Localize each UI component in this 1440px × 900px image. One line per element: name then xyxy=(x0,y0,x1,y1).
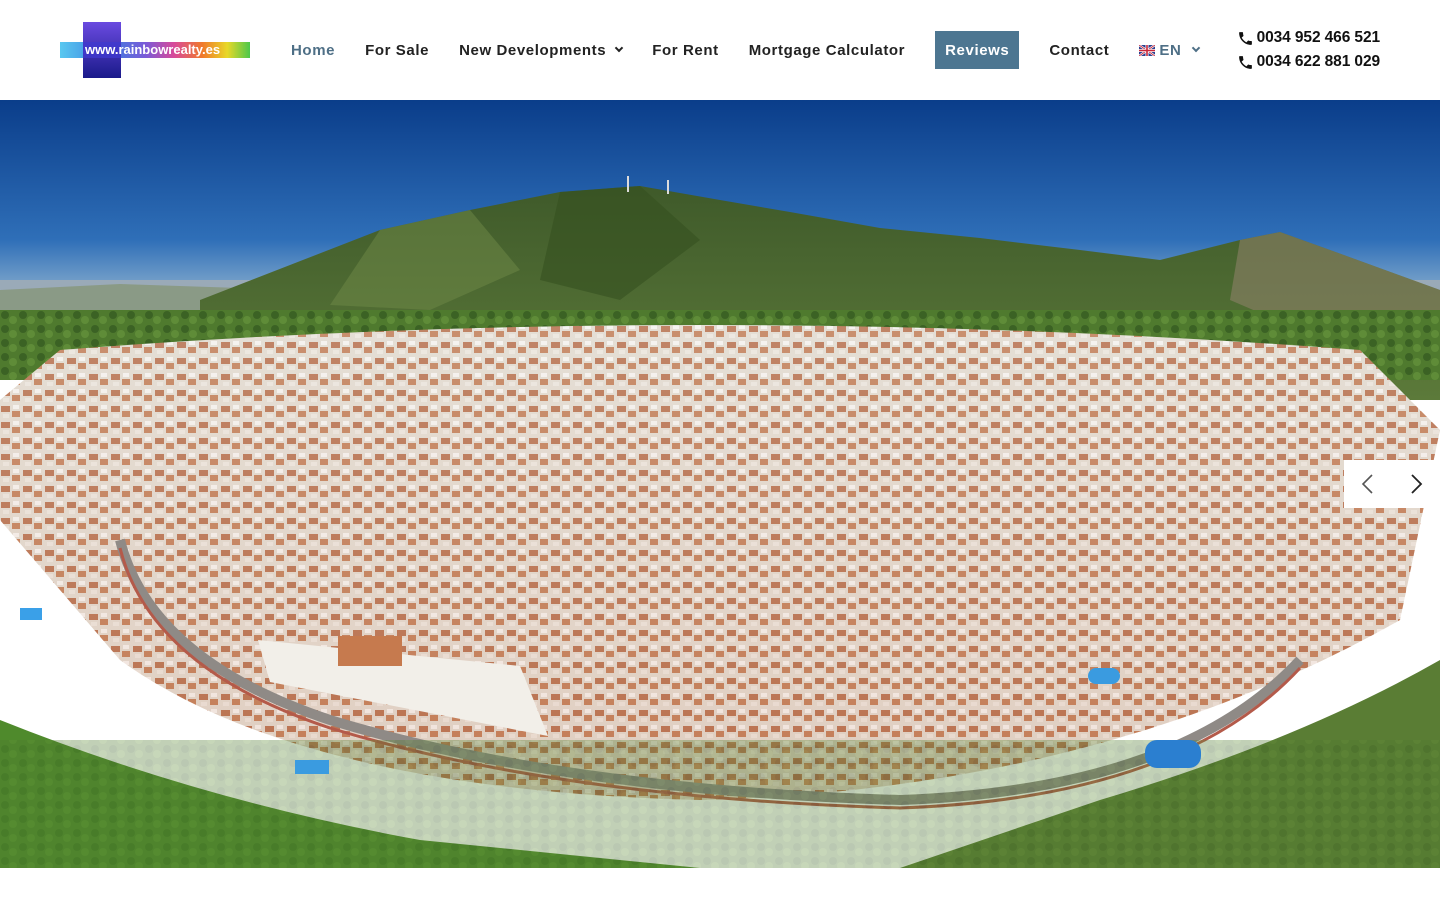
phone-link-1[interactable]: 0034 952 466 521 xyxy=(1237,26,1380,50)
contact-phones: 0034 952 466 521 0034 622 881 029 xyxy=(1237,26,1380,74)
nav-for-rent[interactable]: For Rent xyxy=(637,31,733,69)
phone-icon xyxy=(1237,30,1254,47)
site-logo[interactable]: www.rainbowrealty.es xyxy=(60,22,250,78)
page-content-start xyxy=(0,868,1440,900)
slider-next-button[interactable] xyxy=(1392,460,1440,508)
phone-number-2: 0034 622 881 029 xyxy=(1256,53,1380,70)
chevron-left-icon xyxy=(1361,474,1373,494)
nav-contact[interactable]: Contact xyxy=(1034,31,1124,69)
nav-mortgage-calculator[interactable]: Mortgage Calculator xyxy=(734,31,920,69)
nav-reviews-button[interactable]: Reviews xyxy=(935,31,1020,69)
slider-prev-button[interactable] xyxy=(1344,460,1392,508)
site-header: www.rainbowrealty.es Home For Sale New D… xyxy=(0,0,1440,100)
chevron-down-icon xyxy=(614,43,624,53)
phone-icon xyxy=(1237,54,1254,71)
rainbow-logo-icon: www.rainbowrealty.es xyxy=(60,22,250,78)
logo-text: www.rainbowrealty.es xyxy=(84,42,220,57)
main-nav: Home For Sale New Developments For Rent … xyxy=(276,31,1214,69)
language-label: EN xyxy=(1159,41,1182,59)
hero-image xyxy=(0,100,1440,868)
nav-new-developments[interactable]: New Developments xyxy=(444,31,637,69)
chevron-down-icon xyxy=(1192,43,1201,53)
phone-number-1: 0034 952 466 521 xyxy=(1256,29,1380,46)
language-selector[interactable]: EN xyxy=(1124,31,1214,69)
nav-for-sale[interactable]: For Sale xyxy=(350,31,444,69)
chevron-right-icon xyxy=(1411,474,1423,494)
uk-flag-icon xyxy=(1139,44,1156,56)
phone-link-2[interactable]: 0034 622 881 029 xyxy=(1237,50,1380,74)
nav-home[interactable]: Home xyxy=(276,31,350,69)
nav-new-developments-label: New Developments xyxy=(459,41,607,59)
hero-slider xyxy=(0,100,1440,868)
